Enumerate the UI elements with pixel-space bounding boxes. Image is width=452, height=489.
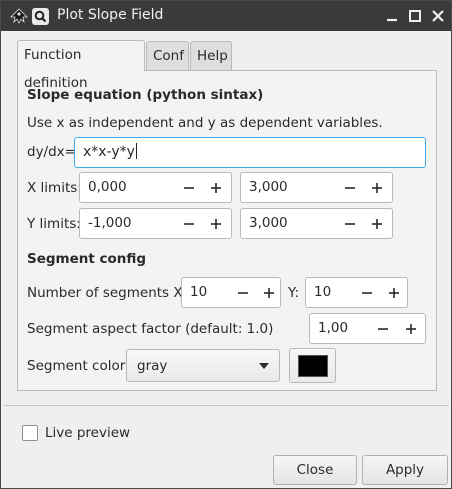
segment-config-heading: Segment config — [27, 251, 147, 267]
plus-icon[interactable] — [370, 181, 384, 195]
tab-function-definition[interactable]: Function definition — [17, 40, 145, 91]
minimize-icon[interactable] — [383, 7, 401, 25]
window-menu-icon — [34, 10, 47, 23]
plus-icon[interactable] — [387, 286, 401, 300]
plus-icon[interactable] — [209, 181, 223, 195]
y-segments-spinbox[interactable]: 10 — [305, 277, 408, 308]
equation-input[interactable]: x*x-y*y — [74, 137, 426, 168]
slope-description: Use x as independent and y as dependent … — [27, 115, 383, 131]
y-min-spinbox[interactable]: -1,000 — [79, 208, 232, 239]
dropdown-arrow-icon — [259, 363, 269, 369]
aspect-factor-spinbox[interactable]: 1,00 — [309, 313, 426, 344]
y-limits-label: Y limits: — [27, 216, 81, 232]
tab-help[interactable]: Help — [190, 41, 232, 71]
apply-button[interactable]: Apply — [362, 455, 448, 485]
segment-color-picker-button[interactable] — [289, 348, 336, 383]
minus-icon[interactable] — [376, 322, 390, 336]
number-of-segments-label: Number of segments X: — [27, 285, 188, 301]
segment-color-label: Segment color: — [27, 358, 130, 374]
y-segments-label: Y: — [288, 285, 300, 301]
plus-icon[interactable] — [370, 217, 384, 231]
plus-icon[interactable] — [404, 322, 418, 336]
title-bar: Plot Slope Field — [1, 1, 451, 31]
color-swatch — [298, 355, 328, 377]
window-title: Plot Slope Field — [57, 7, 164, 23]
text-caret — [135, 143, 137, 159]
live-preview-label[interactable]: Live preview — [45, 425, 130, 441]
plus-icon[interactable] — [262, 286, 276, 300]
dialog-window: Plot Slope Field Function definition Con… — [0, 0, 452, 489]
close-button[interactable]: Close — [273, 455, 357, 485]
equation-value: x*x-y*y — [83, 144, 135, 160]
y-min-value: -1,000 — [88, 215, 132, 231]
minus-icon[interactable] — [343, 217, 357, 231]
segment-aspect-label: Segment aspect factor (default: 1.0) — [27, 321, 274, 337]
y-max-value: 3,000 — [249, 215, 288, 231]
minus-icon[interactable] — [182, 181, 196, 195]
y-segments-value: 10 — [314, 284, 332, 300]
minus-icon[interactable] — [360, 286, 374, 300]
plus-icon[interactable] — [209, 217, 223, 231]
minus-icon[interactable] — [236, 286, 250, 300]
x-limits-label: X limits: — [27, 180, 82, 196]
x-min-spinbox[interactable]: 0,000 — [79, 172, 232, 203]
separator — [4, 405, 449, 406]
dydx-label: dy/dx= — [27, 144, 76, 160]
x-segments-value: 10 — [190, 284, 208, 300]
segment-color-value: gray — [137, 358, 168, 374]
x-segments-spinbox[interactable]: 10 — [181, 277, 281, 308]
aspect-factor-value: 1,00 — [318, 320, 349, 336]
window-menu-button[interactable] — [32, 8, 49, 25]
live-preview-checkbox[interactable] — [22, 425, 38, 441]
minus-icon[interactable] — [182, 217, 196, 231]
x-min-value: 0,000 — [88, 179, 127, 195]
segment-color-dropdown[interactable]: gray — [126, 349, 280, 382]
maximize-icon[interactable] — [406, 7, 424, 25]
x-max-value: 3,000 — [249, 179, 288, 195]
tab-conf[interactable]: Conf — [146, 41, 189, 71]
x-max-spinbox[interactable]: 3,000 — [240, 172, 393, 203]
minus-icon[interactable] — [343, 181, 357, 195]
close-icon[interactable] — [429, 7, 447, 25]
y-max-spinbox[interactable]: 3,000 — [240, 208, 393, 239]
inkscape-app-icon — [10, 8, 28, 24]
